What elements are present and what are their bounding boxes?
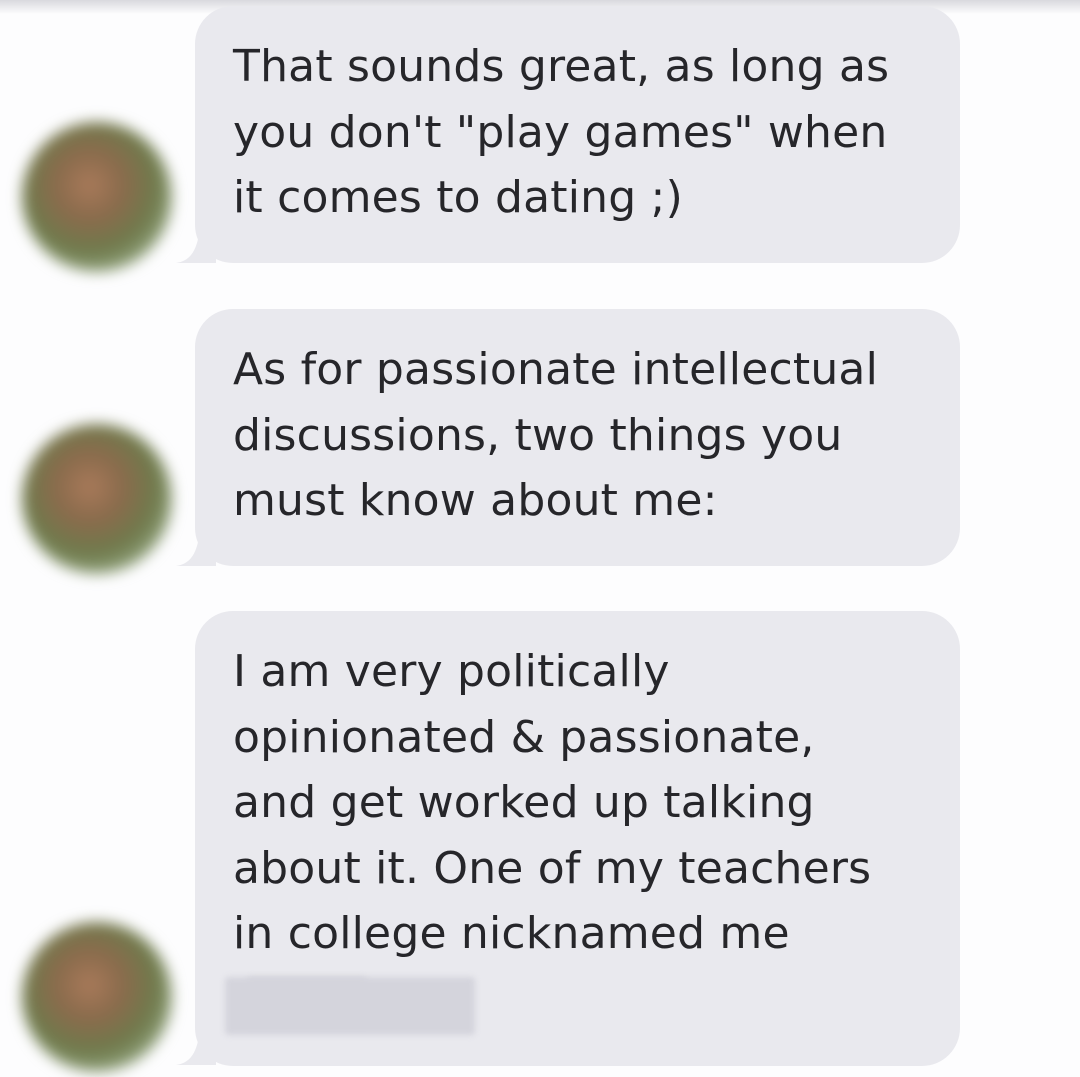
- message-line: and get worked up talking: [233, 777, 815, 828]
- message-line-text: in college nicknamed me: [233, 908, 790, 959]
- avatar[interactable]: [22, 122, 172, 272]
- message-line: discussions, two things you: [233, 409, 843, 461]
- message-bubble[interactable]: I am very politically opinionated & pass…: [195, 611, 960, 1066]
- message-line: opinionated & passionate,: [233, 711, 815, 763]
- message-line: about it. One of my teachers: [233, 842, 872, 894]
- redacted-name-icon: [225, 977, 475, 1035]
- avatar[interactable]: [22, 424, 172, 574]
- message-line: As for passionate intellectual: [233, 344, 879, 395]
- message-line: you don't "play games" when: [233, 106, 888, 158]
- avatar[interactable]: [22, 922, 172, 1072]
- message-line: must know about me:: [233, 475, 718, 526]
- message-line: it comes to dating ;): [233, 172, 683, 223]
- message-line: I am very politically: [233, 646, 670, 697]
- message-line: That sounds great, as long as: [233, 41, 890, 92]
- message-bubble[interactable]: That sounds great, as long as you don't …: [195, 6, 960, 263]
- message-bubble[interactable]: As for passionate intellectual discussio…: [195, 309, 960, 566]
